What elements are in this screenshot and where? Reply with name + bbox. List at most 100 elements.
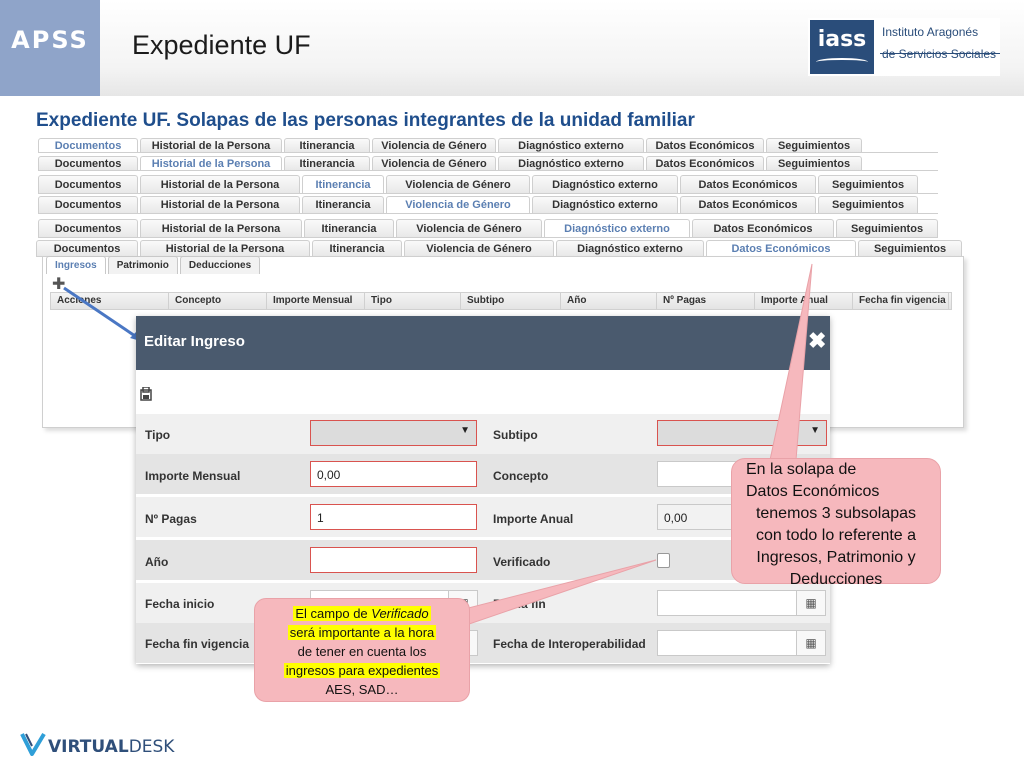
tab-itinerancia[interactable]: Itinerancia (312, 240, 402, 256)
iass-name: Instituto Aragonés de Servicios Sociales (882, 24, 1002, 62)
column-tipo[interactable]: Tipo (365, 293, 461, 309)
tab-datos-economicos[interactable]: Datos Económicos (646, 138, 764, 152)
tab-datos-economicos[interactable]: Datos Económicos (680, 175, 816, 193)
fecha-fin-vigencia-label: Fecha fin vigencia (145, 637, 250, 651)
tab-datos-economicos[interactable]: Datos Económicos (680, 196, 816, 213)
callout-datos-economicos: En la solapa de Datos Económicos tenemos… (731, 458, 941, 588)
tab-seguimientos[interactable]: Seguimientos (836, 219, 938, 237)
column-anio[interactable]: Año (561, 293, 657, 309)
callout-econ-line-1: En la solapa de (746, 461, 857, 478)
tab-datos-economicos[interactable]: Datos Económicos (646, 156, 764, 170)
tab-row: Documentos Historial de la Persona Itinera… (38, 138, 864, 152)
virtualdesk-brand-2: DESK (128, 737, 175, 757)
tab-row-divider (38, 213, 938, 214)
column-subtipo[interactable]: Subtipo (461, 293, 561, 309)
tab-row: Documentos Historial de la Persona Itinera… (38, 219, 940, 237)
iass-name-line-2: de Servicios Sociales (882, 47, 997, 61)
tab-historial-de-la-persona[interactable]: Historial de la Persona (140, 156, 282, 170)
callout-ver-line-5: AES, SAD… (325, 682, 399, 697)
iass-name-line-1: Instituto Aragonés (882, 25, 979, 39)
tab-violencia-de-genero[interactable]: Violencia de Género (386, 196, 530, 213)
tab-diagnostico-externo[interactable]: Diagnóstico externo (498, 156, 644, 170)
subtab-ingresos[interactable]: Ingresos (46, 256, 106, 274)
dialog-title: Editar Ingreso (144, 333, 245, 350)
tab-documentos[interactable]: Documentos (38, 219, 138, 237)
tab-historial-de-la-persona[interactable]: Historial de la Persona (140, 175, 300, 193)
subtab-deducciones[interactable]: Deducciones (179, 256, 261, 274)
tab-documentos[interactable]: Documentos (38, 156, 138, 170)
fecha-interoperabilidad-input[interactable] (657, 630, 797, 656)
importe-anual-input[interactable]: 0,00 (657, 504, 737, 530)
importe-mensual-input[interactable]: 0,00 (310, 461, 477, 487)
calendar-icon[interactable]: ▦ (796, 630, 826, 656)
num-pagas-label: Nº Pagas (145, 512, 197, 526)
apss-logo: APSS (0, 0, 100, 96)
calendar-icon[interactable]: ▦ (796, 590, 826, 616)
callout-econ-line-4: con todo lo referente a (755, 527, 917, 544)
tab-datos-economicos[interactable]: Datos Económicos (692, 219, 834, 237)
tab-historial-de-la-persona[interactable]: Historial de la Persona (140, 196, 300, 213)
fecha-inicio-label: Fecha inicio (145, 597, 215, 611)
anio-label: Año (145, 555, 169, 569)
tab-documentos[interactable]: Documentos (36, 240, 138, 256)
tab-violencia-de-genero[interactable]: Violencia de Género (386, 175, 530, 193)
callout-econ-pointer (769, 263, 813, 461)
tab-row: Documentos Historial de la Persona Itinera… (36, 240, 964, 256)
virtualdesk-logo-icon (20, 732, 46, 756)
iass-logo-mark: iass (810, 20, 874, 74)
subtab-bar: Ingresos Patrimonio Deducciones (46, 256, 262, 274)
dialog-toolbar (136, 370, 830, 414)
column-fecha-fin-vigencia[interactable]: Fecha fin vigencia (853, 293, 949, 309)
callout-ver-line-4: ingresos para expedientes (283, 663, 441, 678)
tab-itinerancia[interactable]: Itinerancia (284, 156, 370, 170)
tab-itinerancia[interactable]: Itinerancia (302, 196, 384, 213)
tab-historial-de-la-persona[interactable]: Historial de la Persona (140, 138, 282, 152)
callout-econ-line-6: Deducciones (789, 571, 883, 588)
iass-divider (880, 53, 1000, 54)
tab-seguimientos[interactable]: Seguimientos (858, 240, 962, 256)
tab-seguimientos[interactable]: Seguimientos (766, 156, 862, 170)
callout-ver-line-1b: Verificado (371, 606, 429, 621)
tab-historial-de-la-persona[interactable]: Historial de la Persona (140, 240, 310, 256)
tab-itinerancia[interactable]: Itinerancia (304, 219, 394, 237)
tab-historial-de-la-persona[interactable]: Historial de la Persona (140, 219, 302, 237)
tab-row-divider (38, 152, 938, 153)
fecha-fin-input[interactable] (657, 590, 797, 616)
tab-violencia-de-genero[interactable]: Violencia de Género (404, 240, 554, 256)
callout-econ-line-3: tenemos 3 subsolapas (755, 505, 917, 522)
tipo-select[interactable]: ▼ (310, 420, 477, 446)
tab-documentos[interactable]: Documentos (38, 138, 138, 152)
virtualdesk-brand-1: VIRTUAL (48, 737, 129, 757)
tab-row-divider (38, 193, 938, 194)
tab-itinerancia[interactable]: Itinerancia (284, 138, 370, 152)
tab-diagnostico-externo[interactable]: Diagnóstico externo (532, 196, 678, 213)
tab-row: Documentos Historial de la Persona Itinera… (38, 196, 920, 213)
callout-ver-line-1a: El campo de (295, 606, 372, 621)
slide-subtitle: Expediente UF. Solapas de las personas i… (36, 110, 695, 131)
tab-datos-economicos[interactable]: Datos Económicos (706, 240, 856, 256)
iass-brand-text: iass (817, 27, 867, 52)
tab-violencia-de-genero[interactable]: Violencia de Género (372, 156, 496, 170)
tab-diagnostico-externo[interactable]: Diagnóstico externo (532, 175, 678, 193)
column-num-pagas[interactable]: Nº Pagas (657, 293, 755, 309)
tab-documentos[interactable]: Documentos (38, 196, 138, 213)
tab-violencia-de-genero[interactable]: Violencia de Género (372, 138, 496, 152)
tab-itinerancia[interactable]: Itinerancia (302, 175, 384, 193)
tab-seguimientos[interactable]: Seguimientos (818, 196, 918, 213)
tab-seguimientos[interactable]: Seguimientos (818, 175, 918, 193)
tipo-label: Tipo (145, 428, 171, 442)
tab-seguimientos[interactable]: Seguimientos (766, 138, 862, 152)
tab-documentos[interactable]: Documentos (38, 175, 138, 193)
tab-diagnostico-externo[interactable]: Diagnóstico externo (498, 138, 644, 152)
num-pagas-input[interactable]: 1 (310, 504, 477, 530)
callout-verificado-text: El campo de Verificado será importante a… (262, 604, 462, 699)
tab-diagnostico-externo[interactable]: Diagnóstico externo (544, 219, 690, 237)
column-concepto[interactable]: Concepto (169, 293, 267, 309)
concepto-input[interactable] (657, 461, 737, 487)
callout-ver-line-3: de tener en cuenta los (297, 644, 427, 659)
column-importe-mensual[interactable]: Importe Mensual (267, 293, 365, 309)
tab-diagnostico-externo[interactable]: Diagnóstico externo (556, 240, 704, 256)
subtab-patrimonio[interactable]: Patrimonio (107, 256, 178, 274)
save-icon[interactable] (140, 387, 152, 401)
tab-violencia-de-genero[interactable]: Violencia de Género (396, 219, 542, 237)
